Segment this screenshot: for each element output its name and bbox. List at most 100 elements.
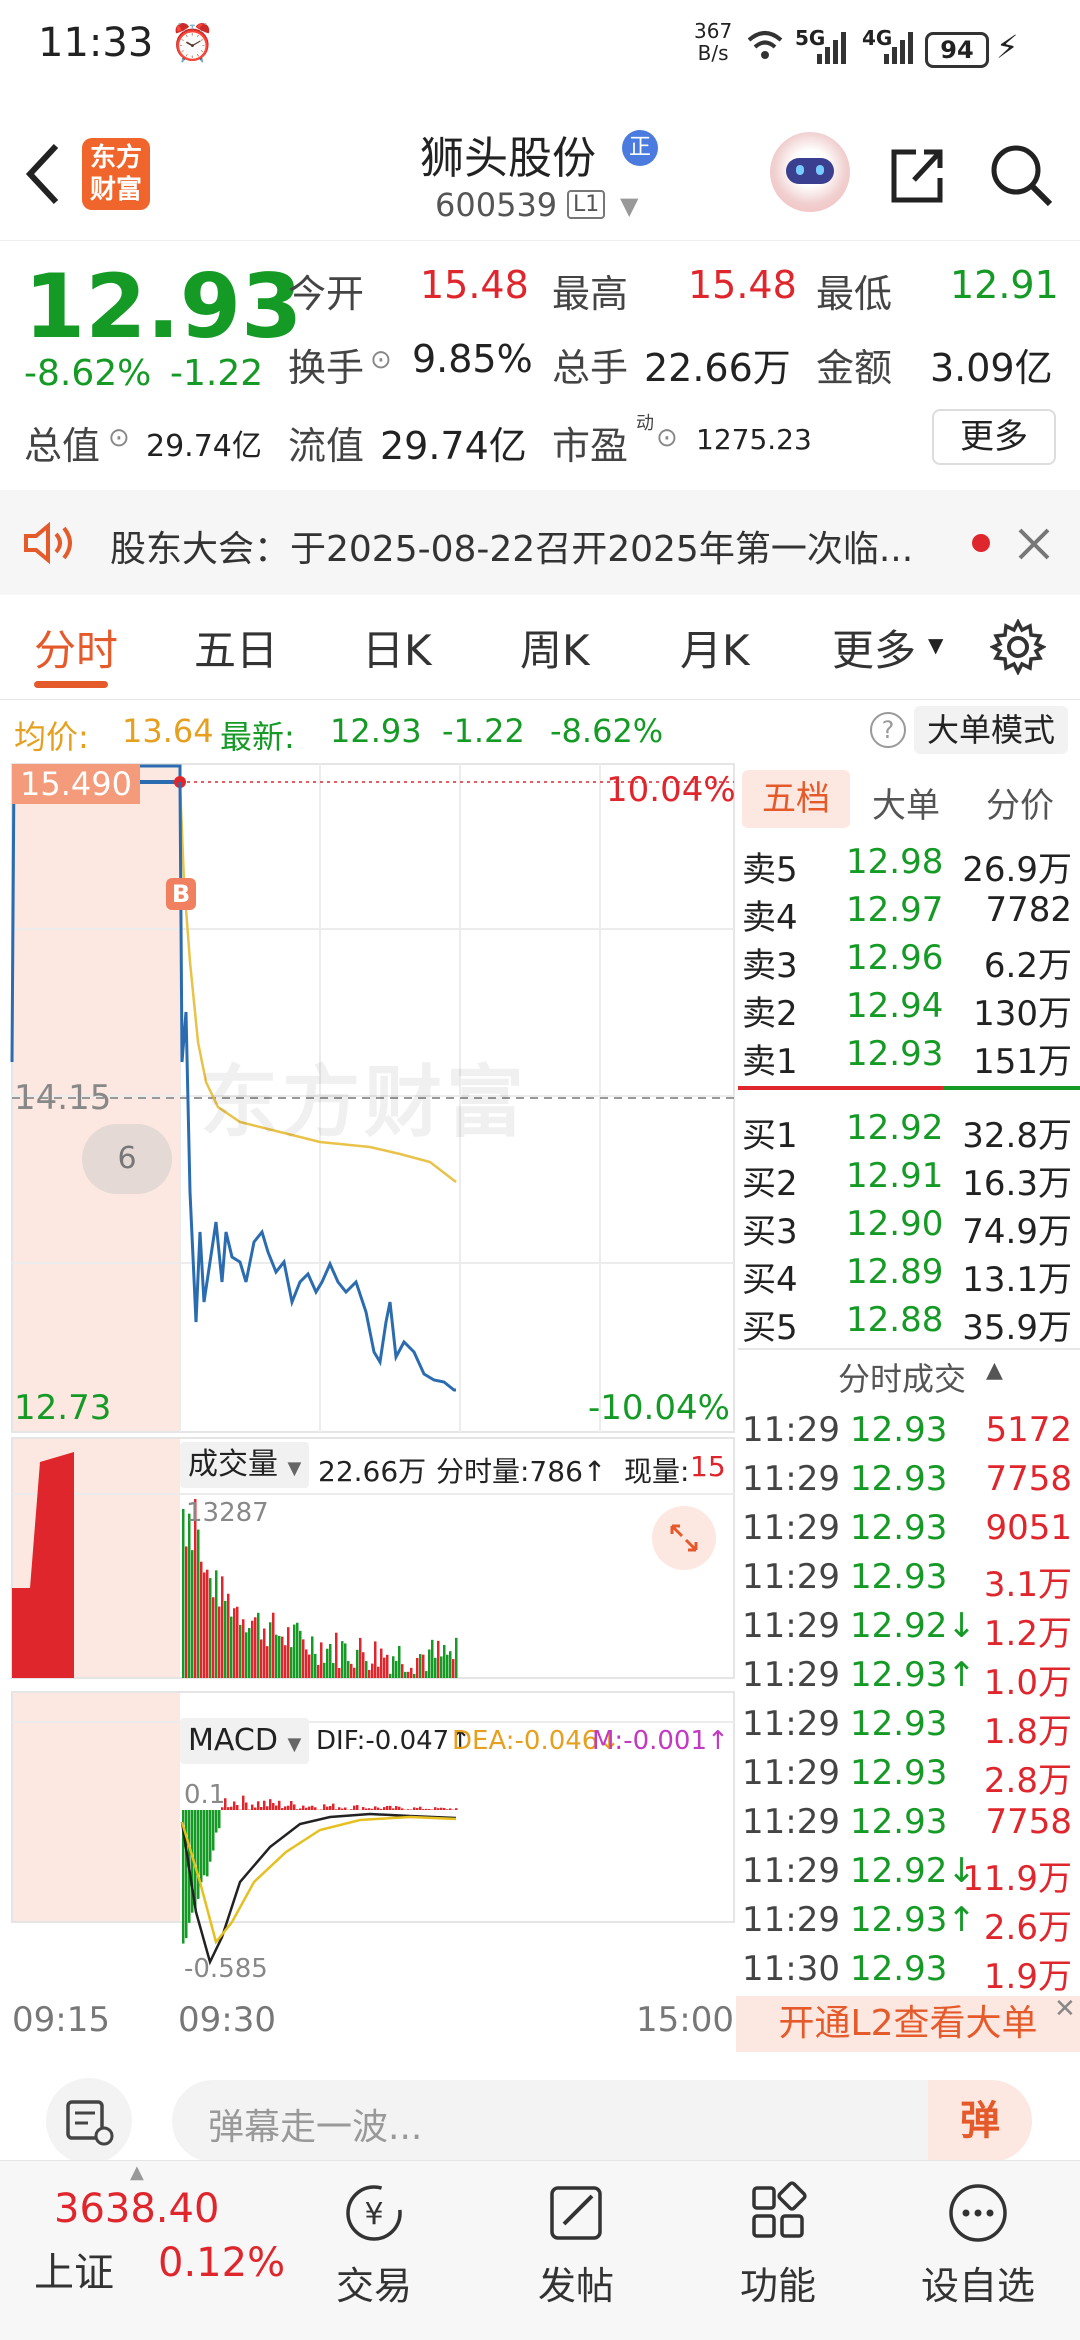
macd-bar (425, 1808, 428, 1810)
bid-label: 买2 (742, 1164, 798, 1204)
ask-row[interactable]: 卖3 12.96 6.2万 (738, 938, 1080, 986)
macd-bar (242, 1795, 245, 1810)
search-icon[interactable] (988, 142, 1054, 208)
info-icon-3[interactable]: ⊙ (656, 423, 678, 453)
tab-five-day[interactable]: 五日 (194, 617, 278, 678)
volume-bar (392, 1656, 395, 1678)
macd-bar (275, 1805, 278, 1810)
tab-month-k[interactable]: 月K (680, 617, 750, 678)
volume-label: 成交量 (188, 1447, 278, 1482)
nav-add-watchlist[interactable]: 设自选 (908, 2180, 1048, 2310)
tab-more[interactable]: 更多 (832, 617, 916, 678)
nav-functions[interactable]: 功能 (708, 2180, 848, 2310)
info-icon[interactable]: ⊙ (370, 345, 392, 375)
volume-bar (440, 1656, 443, 1678)
share-icon[interactable] (886, 144, 948, 206)
chat-bubble-count[interactable]: 6 (82, 1124, 172, 1194)
trades-title[interactable]: 分时成交 (838, 1354, 966, 1400)
trade-time: 11:29 (742, 1900, 840, 1940)
trade-time: 11:29 (742, 1802, 840, 1842)
stock-name[interactable]: 狮头股份 (420, 122, 596, 186)
l2-upgrade-banner[interactable]: 开通L2查看大单 (736, 1996, 1080, 2052)
nav-post[interactable]: 发帖 (506, 2180, 646, 2310)
low-label: 最低 (816, 272, 893, 316)
macd-bar (407, 1809, 410, 1810)
volume-bar (278, 1635, 281, 1678)
danmaku-send-button[interactable]: 弹 (928, 2080, 1032, 2162)
bid-label: 买5 (742, 1308, 798, 1348)
app-logo[interactable]: 东方 财富 (82, 138, 150, 210)
robot-assistant-icon[interactable] (770, 132, 850, 212)
help-icon[interactable]: ? (870, 712, 906, 748)
macd-bar (269, 1799, 272, 1810)
volume-bar (323, 1662, 326, 1678)
tab-big-order[interactable]: 大单 (872, 778, 940, 827)
close-icon[interactable] (1016, 526, 1052, 562)
expand-icon[interactable] (652, 1506, 716, 1570)
mid-price-label: 14.15 (14, 1078, 112, 1118)
settings-gear-icon[interactable] (990, 619, 1046, 675)
trade-time: 11:29 (742, 1459, 840, 1499)
speaker-icon (24, 521, 72, 565)
avg-label: 均价: (14, 718, 89, 756)
intraday-chart-area[interactable]: 15.490 10.04% 14.15 12.73 -10.04% 东方财富 6… (0, 762, 736, 2052)
buy-marker[interactable]: B (166, 878, 196, 910)
macd-top-label: 0.1 (184, 1780, 226, 1810)
chart-tabs: 分时 五日 日K 周K 月K 更多 ▼ (0, 595, 1080, 700)
low-price-label: 12.73 (14, 1388, 112, 1428)
trade-volume: 2.6万 (983, 1908, 1072, 1948)
avg-value: 13.64 (122, 712, 214, 750)
big-order-mode-button[interactable]: 大单模式 (914, 706, 1068, 754)
level-badge[interactable]: L1 (567, 190, 606, 219)
back-icon[interactable] (22, 142, 62, 206)
tab-price-split[interactable]: 分价 (986, 778, 1054, 827)
macd-bar (332, 1803, 335, 1810)
chevron-down-icon[interactable]: ▼ (620, 192, 638, 220)
volume-bar (428, 1649, 431, 1678)
index-value[interactable]: 3638.40 (54, 2186, 219, 2232)
index-pct[interactable]: 0.12% (158, 2240, 285, 2286)
caret-up-icon-2[interactable]: ▲ (130, 2162, 144, 2183)
volume-bar (218, 1606, 221, 1678)
latest-change: -1.22 (442, 712, 525, 750)
more-button[interactable]: 更多 (932, 409, 1056, 465)
ask-row[interactable]: 卖4 12.97 7782 (738, 890, 1080, 938)
close-banner-icon[interactable]: ✕ (1054, 1994, 1076, 2024)
tab-week-k[interactable]: 周K (520, 617, 590, 678)
latest-value: 12.93 (330, 712, 422, 750)
tab-intraday[interactable]: 分时 (34, 617, 118, 678)
macd-bar (281, 1808, 284, 1810)
nav-trade[interactable]: ¥ 交易 (304, 2180, 444, 2310)
bid-row[interactable]: 买3 12.90 74.9万 (738, 1204, 1080, 1252)
index-name[interactable]: 上证 (34, 2240, 114, 2298)
ask-row[interactable]: 卖1 12.93 151万 (738, 1034, 1080, 1082)
macd-indicator-select[interactable]: MACD ▼ (180, 1718, 310, 1764)
trade-price: 12.93 (850, 1459, 948, 1499)
danmaku-settings-icon[interactable] (46, 2078, 132, 2164)
tab-day-k[interactable]: 日K (362, 617, 432, 678)
volume-indicator-select[interactable]: 成交量 ▼ (180, 1442, 310, 1488)
macd-bar (278, 1800, 281, 1810)
bid-row[interactable]: 买5 12.88 35.9万 (738, 1300, 1080, 1348)
macd-bar (386, 1805, 389, 1810)
macd-bar (368, 1808, 371, 1810)
caret-down-icon: ▼ (287, 1458, 302, 1479)
trade-volume: 1.8万 (983, 1712, 1072, 1752)
macd-bar (449, 1808, 452, 1810)
bid-row[interactable]: 买2 12.91 16.3万 (738, 1156, 1080, 1204)
volume-bar (200, 1561, 203, 1678)
bid-price: 12.89 (846, 1252, 944, 1292)
macd-bar (257, 1801, 260, 1810)
ask-row[interactable]: 卖2 12.94 130万 (738, 986, 1080, 1034)
bid-row[interactable]: 买4 12.89 13.1万 (738, 1252, 1080, 1300)
volume-bar (359, 1637, 362, 1678)
info-icon-2[interactable]: ⊙ (108, 423, 130, 453)
volume-bar (350, 1663, 353, 1678)
high-price-label: 15.490 (12, 764, 140, 804)
ask-row[interactable]: 卖5 12.98 26.9万 (738, 842, 1080, 890)
notice-bar[interactable]: 股东大会：于2025-08-22召开2025年第一次临... (0, 490, 1080, 595)
comment-input[interactable]: 弹幕走一波... (172, 2080, 1032, 2162)
bid-row[interactable]: 买1 12.92 32.8万 (738, 1108, 1080, 1156)
volume-bar (431, 1639, 434, 1678)
tab-level5[interactable]: 五档 (742, 770, 850, 828)
